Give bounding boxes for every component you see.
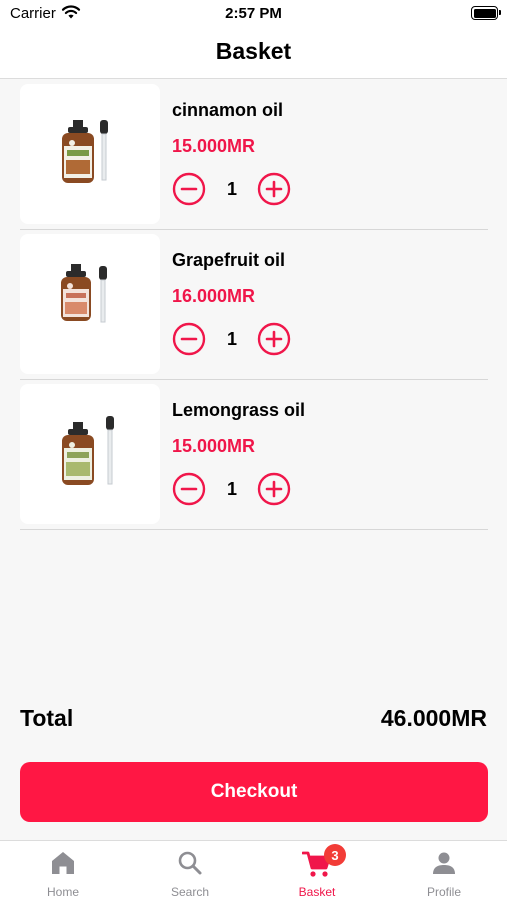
tab-profile[interactable]: Profile: [381, 841, 507, 900]
page-title: Basket: [215, 38, 292, 64]
total-label: Total: [20, 705, 74, 731]
tab-bar: Home Search 3 Basket Profile: [0, 840, 507, 900]
status-bar: Carrier 2:57 PM: [0, 0, 507, 28]
minus-circle-icon[interactable]: [172, 172, 206, 206]
tab-basket[interactable]: 3 Basket: [254, 841, 380, 900]
item-name: cinnamon oil: [172, 100, 284, 120]
item-name: Grapefruit oil: [172, 250, 286, 270]
cart-count-badge: 3: [324, 844, 346, 866]
plus-circle-icon[interactable]: [257, 472, 291, 506]
tab-label: Home: [46, 885, 79, 899]
tab-label: Search: [170, 885, 210, 899]
oil-bottle-image: [62, 120, 108, 183]
product-image[interactable]: [20, 84, 160, 224]
status-time: 2:57 PM: [225, 5, 282, 22]
battery-icon: [471, 6, 501, 20]
product-image[interactable]: [20, 234, 160, 374]
minus-circle-icon[interactable]: [172, 472, 206, 506]
quantity-value: 1: [226, 329, 237, 349]
minus-circle-icon[interactable]: [172, 322, 206, 356]
item-name: Lemongrass oil: [172, 400, 306, 420]
item-price: 16.000MR: [172, 286, 256, 306]
total-value: 46.000MR: [380, 705, 487, 731]
basket-item: Grapefruit oil 16.000MR 1: [20, 234, 488, 380]
nav-header: Basket: [0, 28, 507, 79]
oil-bottle-image: [61, 264, 107, 323]
tab-home[interactable]: Home: [0, 841, 126, 900]
product-image[interactable]: [20, 384, 160, 524]
tab-label: Basket: [298, 885, 336, 899]
item-price: 15.000MR: [172, 136, 256, 156]
basket-item: Lemongrass oil 15.000MR 1: [20, 384, 488, 530]
home-icon: [52, 852, 74, 874]
item-price: 15.000MR: [172, 436, 256, 456]
basket-item: cinnamon oil 15.000MR 1: [20, 84, 488, 230]
tab-label: Profile: [426, 885, 461, 899]
checkout-button[interactable]: Checkout: [20, 762, 488, 822]
plus-circle-icon[interactable]: [257, 172, 291, 206]
quantity-value: 1: [226, 179, 237, 199]
quantity-value: 1: [226, 479, 237, 499]
tab-search[interactable]: Search: [127, 841, 253, 900]
search-icon: [178, 851, 202, 875]
plus-circle-icon[interactable]: [257, 322, 291, 356]
person-icon: [433, 852, 455, 874]
oil-bottle-image: [62, 416, 114, 485]
